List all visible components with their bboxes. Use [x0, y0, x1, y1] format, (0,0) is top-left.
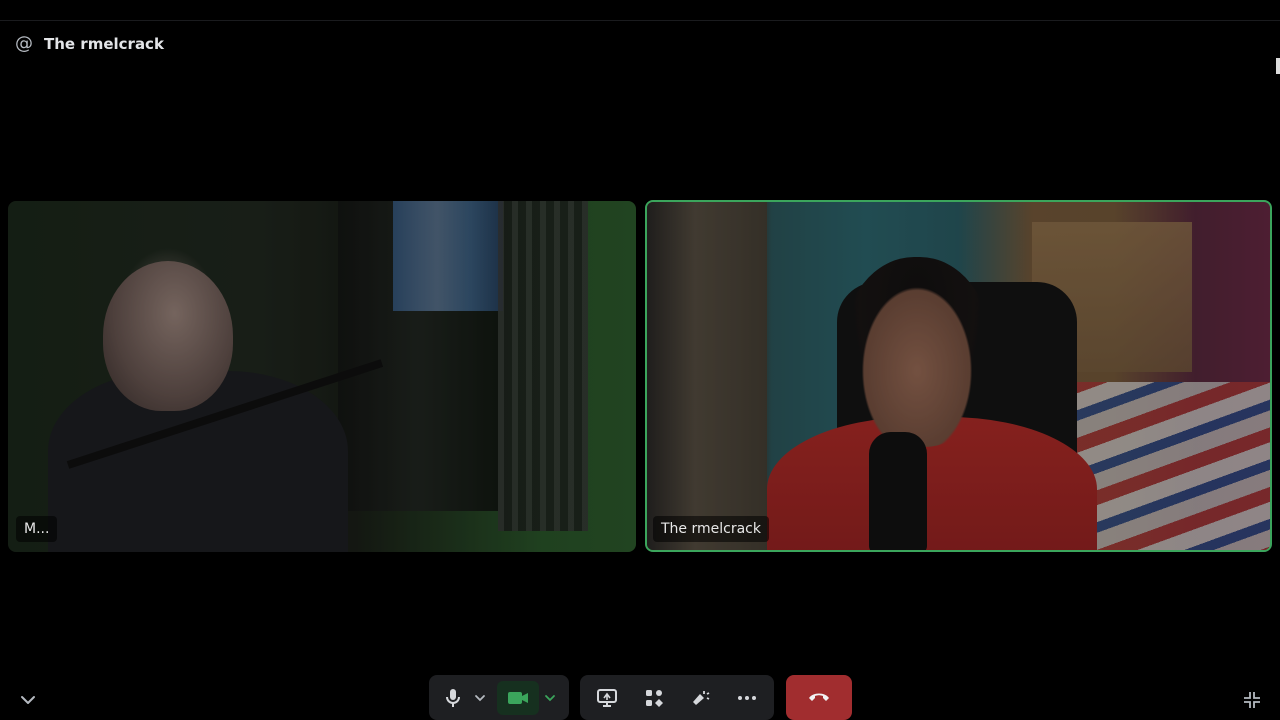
activities-button[interactable] [638, 682, 670, 714]
camera-options-button[interactable] [539, 682, 561, 714]
more-options-button[interactable] [731, 682, 763, 714]
hangup-icon [808, 688, 830, 707]
cursor-indicator [1276, 58, 1280, 74]
at-icon: @ [15, 33, 33, 54]
microphone-icon [444, 688, 462, 708]
voice-video-controls [429, 675, 569, 720]
exit-fullscreen-icon[interactable] [1240, 688, 1264, 712]
participant-tile-right[interactable]: The rmelcrack [645, 200, 1272, 552]
disconnect-button[interactable] [786, 675, 852, 720]
soundboard-icon [690, 688, 710, 708]
participant-tile-left[interactable]: M... [8, 201, 636, 552]
camera-button[interactable] [497, 680, 539, 715]
participant-name-label: M... [16, 516, 58, 542]
soundboard-button[interactable] [684, 682, 716, 714]
video-dim-overlay [647, 202, 1270, 550]
screen-share-icon [597, 688, 618, 708]
channel-title[interactable]: The rmelcrack [44, 35, 164, 53]
mute-button[interactable] [437, 682, 469, 714]
activity-controls [580, 675, 774, 720]
participant-name-label: The rmelcrack [653, 516, 769, 542]
video-dim-overlay [8, 201, 636, 552]
call-header: @ The rmelcrack [14, 32, 164, 56]
chevron-down-icon [474, 694, 486, 702]
mic-options-button[interactable] [469, 682, 491, 714]
share-screen-button[interactable] [591, 682, 623, 714]
activities-icon [644, 688, 664, 708]
window-top-bar [0, 0, 1280, 21]
more-icon [737, 695, 757, 701]
collapse-chevron-icon[interactable] [18, 690, 38, 710]
chevron-down-icon [544, 694, 556, 702]
camera-icon [507, 690, 529, 706]
